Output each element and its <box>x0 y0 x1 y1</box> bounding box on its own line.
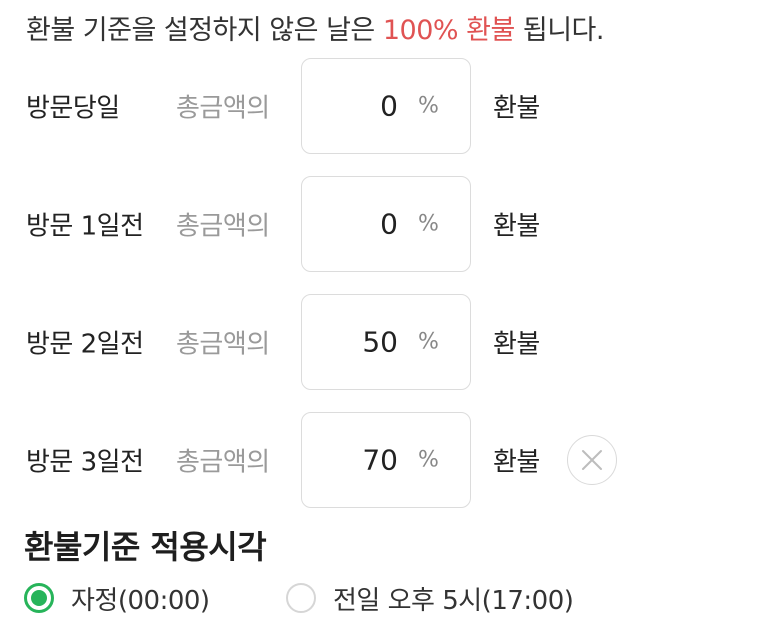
refund-rule-row: 방문 2일전 총금액의 50 % 환불 <box>0 294 773 390</box>
refund-percent-input[interactable]: 70 % <box>301 412 471 508</box>
radio-label: 전일 오후 5시(17:00) <box>333 585 574 616</box>
refund-percent-input[interactable]: 0 % <box>301 58 471 154</box>
refund-rule-row: 방문 1일전 총금액의 0 % 환불 <box>0 176 773 272</box>
radio-unselected-icon[interactable] <box>286 583 316 613</box>
rule-refund-label: 환불 <box>493 329 540 360</box>
rule-day-label: 방문 3일전 <box>26 447 144 478</box>
refund-rule-row: 방문당일 총금액의 0 % 환불 <box>0 58 773 154</box>
rule-total-label: 총금액의 <box>176 93 270 124</box>
rule-total-label: 총금액의 <box>176 211 270 242</box>
percent-unit: % <box>418 93 439 119</box>
rule-refund-label: 환불 <box>493 211 540 242</box>
rule-refund-label: 환불 <box>493 447 540 478</box>
rule-refund-label: 환불 <box>493 93 540 124</box>
close-icon <box>582 450 602 470</box>
refund-percent-input[interactable]: 0 % <box>301 176 471 272</box>
rule-total-label: 총금액의 <box>176 447 270 478</box>
rule-day-label: 방문 2일전 <box>26 329 144 360</box>
refund-notice: 환불 기준을 설정하지 않은 날은 100% 환불 됩니다. <box>26 8 604 47</box>
rule-day-label: 방문 1일전 <box>26 211 144 242</box>
percent-value: 0 <box>380 207 398 241</box>
percent-value: 50 <box>362 325 398 359</box>
notice-highlight: 100% 환불 <box>382 15 515 46</box>
refund-rule-row: 방문 3일전 총금액의 70 % 환불 <box>0 412 773 508</box>
apply-time-title: 환불기준 적용시각 <box>24 528 267 566</box>
percent-unit: % <box>418 211 439 237</box>
apply-time-options: 자정(00:00) 전일 오후 5시(17:00) <box>0 578 773 618</box>
rule-total-label: 총금액의 <box>176 329 270 360</box>
radio-label: 자정(00:00) <box>71 585 210 616</box>
radio-option-5pm[interactable]: 전일 오후 5시(17:00) <box>286 578 574 618</box>
percent-value: 70 <box>362 443 398 477</box>
radio-selected-icon[interactable] <box>24 583 54 613</box>
radio-option-midnight[interactable]: 자정(00:00) <box>24 578 210 618</box>
notice-suffix: 됩니다. <box>514 15 605 46</box>
percent-unit: % <box>418 329 439 355</box>
notice-prefix: 환불 기준을 설정하지 않은 날은 <box>26 15 383 46</box>
rule-day-label: 방문당일 <box>26 93 120 124</box>
radio-dot <box>31 590 47 606</box>
refund-percent-input[interactable]: 50 % <box>301 294 471 390</box>
percent-value: 0 <box>380 89 398 123</box>
percent-unit: % <box>418 447 439 473</box>
remove-rule-button[interactable] <box>567 435 617 485</box>
